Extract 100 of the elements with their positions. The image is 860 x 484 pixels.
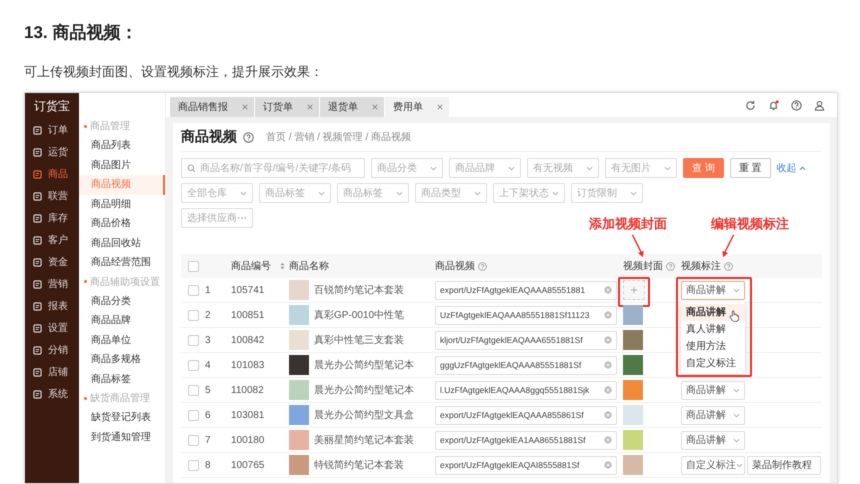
table-cell-text: 100180 <box>231 434 266 446</box>
refresh-icon[interactable] <box>745 100 756 110</box>
checkbox[interactable] <box>188 434 199 446</box>
video-path-field[interactable]: UzFfAgtgeklEAQAAA85551881Sf11123 <box>435 306 617 324</box>
nav-item[interactable]: 营销 <box>25 273 79 295</box>
video-path-field[interactable]: export/UzFfAgtgeklEAQAAA855861Sf <box>435 406 617 424</box>
tag-select[interactable]: 商品讲解 <box>681 430 745 450</box>
table-cell-text: 晨光办公简约型笔记本 <box>314 358 414 372</box>
dropdown-option[interactable]: 自定义标注 <box>681 354 745 372</box>
checkbox[interactable] <box>188 384 199 396</box>
submenu-item[interactable]: 商品列表 <box>79 136 165 156</box>
photo-placeholder <box>623 455 643 475</box>
nav-item[interactable]: 设置 <box>25 317 79 339</box>
checkbox[interactable] <box>188 284 199 296</box>
clear-icon[interactable] <box>604 411 612 419</box>
collapse-link[interactable]: 收起 <box>776 161 806 175</box>
photo-placeholder <box>289 380 309 400</box>
submenu-item[interactable]: 商品图片 <box>79 156 165 175</box>
checkbox[interactable] <box>188 460 199 470</box>
submenu-item[interactable]: 商品标签 <box>79 370 165 389</box>
checkbox[interactable] <box>188 310 199 320</box>
nav-item[interactable]: 商品 <box>25 163 79 185</box>
clear-icon[interactable] <box>604 361 612 369</box>
clear-icon[interactable] <box>604 386 612 394</box>
nav-item[interactable]: 报表 <box>25 295 79 317</box>
photo-placeholder <box>289 455 309 475</box>
sort-icon[interactable] <box>280 262 285 270</box>
help-icon[interactable] <box>791 100 802 110</box>
video-path-field[interactable]: export/UzFfAgtgeklEAQAI8555881Sf <box>435 456 617 474</box>
checkbox[interactable] <box>188 260 199 272</box>
square-icon <box>33 214 42 222</box>
column-header: 商品名称 <box>289 260 329 273</box>
user-icon[interactable] <box>814 100 825 110</box>
dropdown-option[interactable]: 真人讲解 <box>681 320 745 338</box>
table-cell-text: 百锐简约笔记本套装 <box>314 284 404 297</box>
submenu-item[interactable]: 商品分类 <box>79 292 165 311</box>
nav-item[interactable]: 系统 <box>25 383 79 405</box>
chevron-down-icon <box>552 190 559 196</box>
video-path-field[interactable]: export/UzFfAgtgeklEAQAAA85551881 <box>435 280 617 300</box>
submenu-item[interactable]: 商品回收站 <box>79 234 165 253</box>
tab[interactable]: 商品销售报 <box>170 97 254 117</box>
page-title: 商品视频 <box>181 128 237 146</box>
close-icon[interactable] <box>437 104 443 110</box>
photo-placeholder <box>623 305 643 325</box>
tag-select[interactable]: 商品讲解 <box>681 380 745 400</box>
search-icon <box>187 164 196 172</box>
submenu-item[interactable]: 商品明细 <box>79 194 165 214</box>
checkbox[interactable] <box>188 410 199 420</box>
tab[interactable]: 订货单 <box>255 97 319 117</box>
square-icon <box>33 258 42 266</box>
bell-icon[interactable] <box>768 100 779 110</box>
video-path-field[interactable]: l.UzFfAgtgeklEAQAAA8ggq5551881Sjk <box>435 380 617 400</box>
submenu-item[interactable]: 商品经营范围 <box>79 253 165 272</box>
upload-button[interactable] <box>623 280 645 300</box>
photo-placeholder <box>623 405 643 425</box>
table-cell-text: 2 <box>205 310 212 320</box>
submenu-item[interactable]: 商品价格 <box>79 214 165 234</box>
tab[interactable]: 退货单 <box>320 97 384 117</box>
nav-item[interactable]: 库存 <box>25 207 79 229</box>
submenu-item[interactable]: 到货通知管理 <box>79 428 165 447</box>
close-icon[interactable] <box>307 104 313 110</box>
table-cell-text: 100842 <box>231 334 266 346</box>
tab[interactable]: 费用单 <box>385 97 449 117</box>
table-cell-text: 101083 <box>231 360 266 370</box>
clear-icon[interactable] <box>604 436 612 444</box>
tag-select[interactable]: 自定义标注 <box>681 456 745 474</box>
nav-item[interactable]: 资金 <box>25 251 79 273</box>
submenu-item[interactable]: 商品多规格 <box>79 350 165 370</box>
clear-icon[interactable] <box>604 336 612 344</box>
submenu-section-title: 商品辅助项设置 <box>79 272 165 292</box>
tag-select[interactable]: 商品讲解 <box>681 280 745 300</box>
video-path-field[interactable]: gggUzFfAgtgeklEAQAAA85551881Sf <box>435 356 617 374</box>
action-button[interactable]: 重 置 <box>730 158 771 178</box>
submenu-item[interactable]: 缺货登记列表 <box>79 408 165 428</box>
video-path-field[interactable]: export/UzFfAgtgeklEA1AA86551881Sf <box>435 430 617 450</box>
tag-select[interactable]: 商品讲解 <box>681 406 745 424</box>
chevron-down-icon <box>664 166 671 170</box>
close-icon[interactable] <box>372 104 378 110</box>
dropdown-option[interactable]: 商品讲解 <box>681 304 745 320</box>
clear-icon[interactable] <box>604 311 612 319</box>
table-cell-text: 3 <box>205 334 212 346</box>
close-icon[interactable] <box>242 104 248 110</box>
submenu-item[interactable]: 商品品牌 <box>79 311 165 330</box>
nav-item[interactable]: 运货 <box>25 141 79 163</box>
clear-icon[interactable] <box>604 461 612 469</box>
submenu-item[interactable]: 商品单位 <box>79 330 165 350</box>
chevron-down-icon <box>318 190 325 196</box>
nav-item[interactable]: 联营 <box>25 185 79 207</box>
clear-icon[interactable] <box>604 286 612 294</box>
nav-item[interactable]: 订单 <box>25 119 79 141</box>
chevron-down-icon <box>586 166 593 170</box>
checkbox[interactable] <box>188 360 199 370</box>
nav-item[interactable]: 店铺 <box>25 361 79 383</box>
video-path-field[interactable]: kljort/UzFfAgtgeklEAQAAA6551881Sf <box>435 330 617 350</box>
nav-item[interactable]: 分销 <box>25 339 79 361</box>
nav-item[interactable]: 客户 <box>25 229 79 251</box>
note-field[interactable]: 菜品制作教程 <box>747 456 821 474</box>
dropdown-option[interactable]: 使用方法 <box>681 338 745 354</box>
help-icon[interactable] <box>243 132 254 142</box>
checkbox[interactable] <box>188 334 199 346</box>
